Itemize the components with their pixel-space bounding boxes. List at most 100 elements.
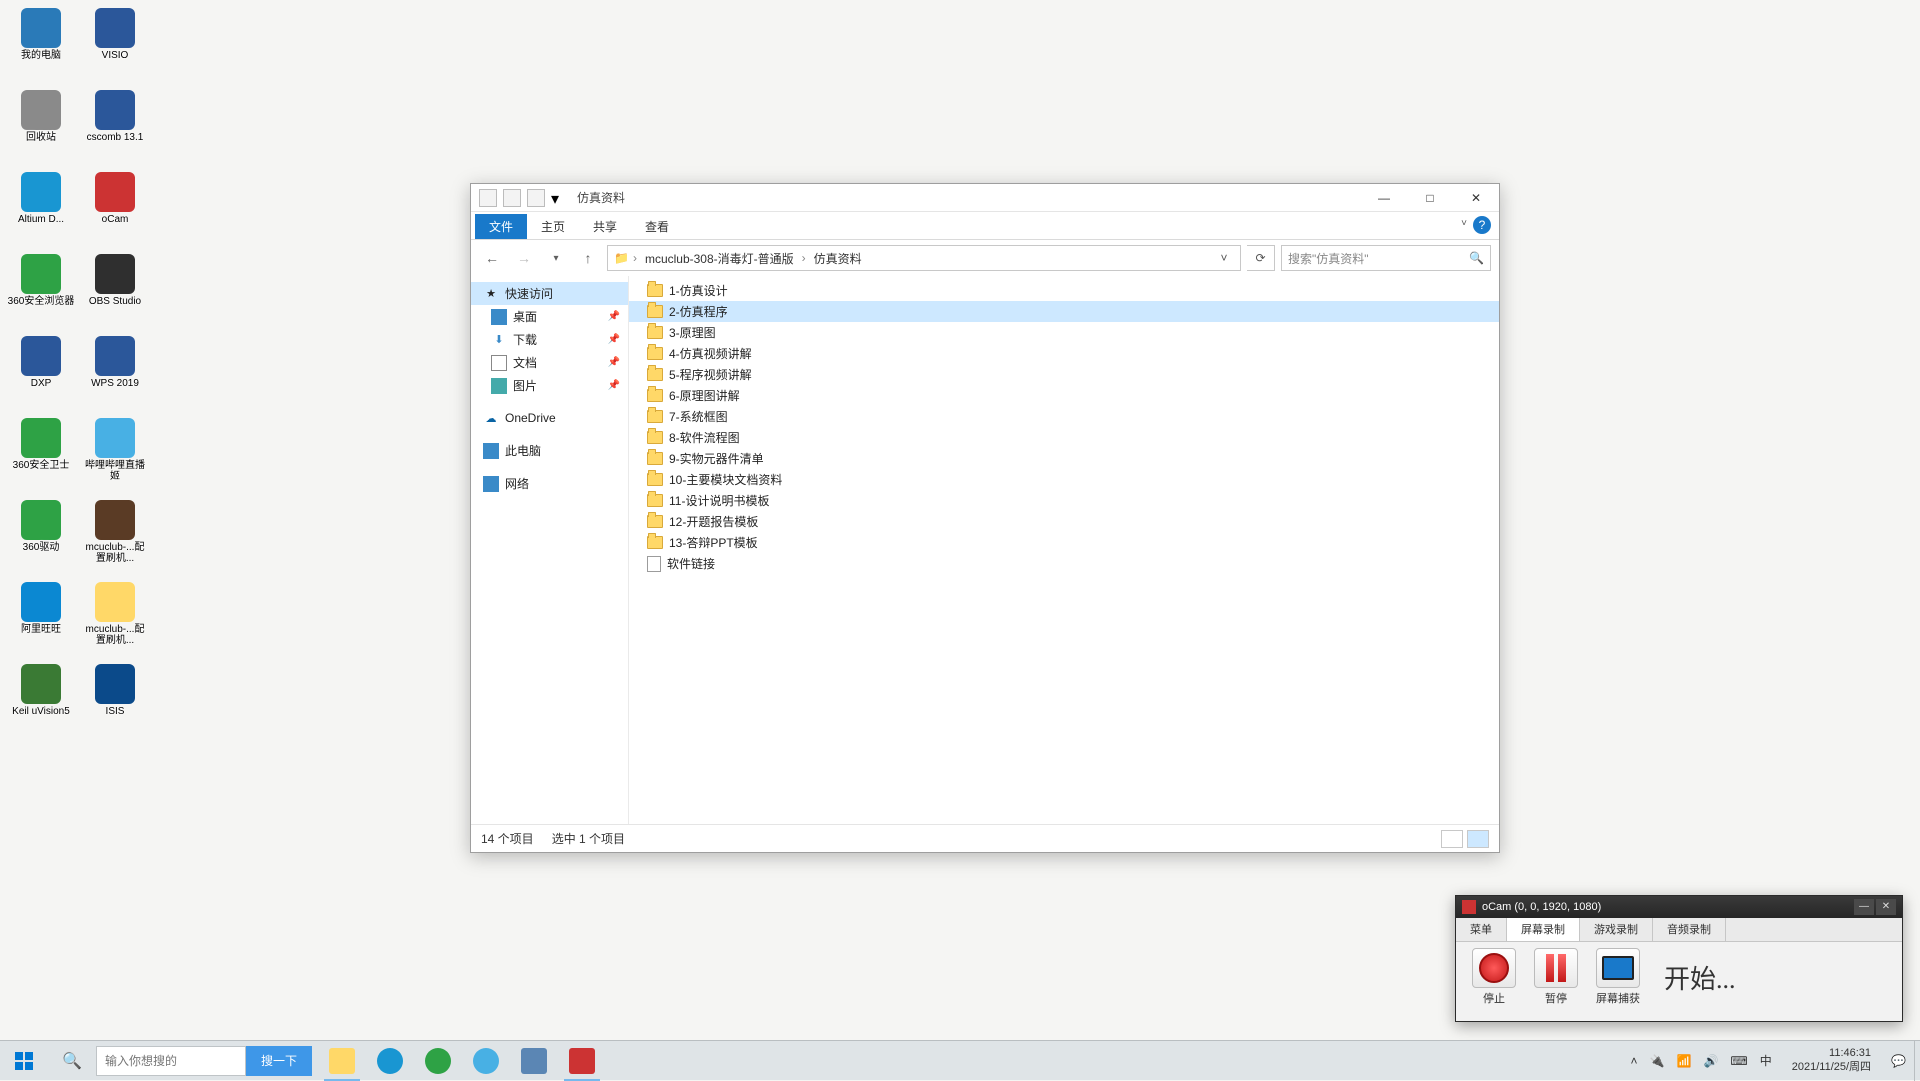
tab-view[interactable]: 查看: [631, 214, 683, 239]
nav-documents[interactable]: 文档📌: [471, 351, 628, 374]
breadcrumb[interactable]: mcuclub-308-消毒灯-普通版: [641, 248, 798, 269]
desktop-icon[interactable]: 360安全浏览器: [6, 254, 76, 330]
file-item[interactable]: 软件链接: [629, 553, 1499, 574]
forward-button[interactable]: →: [511, 245, 537, 271]
tab-file[interactable]: 文件: [475, 214, 527, 239]
notification-center-icon[interactable]: 💬: [1891, 1054, 1906, 1068]
maximize-button[interactable]: □: [1407, 184, 1453, 212]
taskbar-app[interactable]: [462, 1041, 510, 1081]
windows-logo-icon: [15, 1052, 33, 1070]
ocam-minimize-button[interactable]: —: [1854, 899, 1874, 915]
breadcrumb[interactable]: 仿真资料: [810, 248, 866, 269]
taskbar-clock[interactable]: 11:46:31 2021/11/25/周四: [1784, 1047, 1879, 1073]
folder-item[interactable]: 2-仿真程序: [629, 301, 1499, 322]
tray-ime-lang[interactable]: 中: [1760, 1052, 1772, 1069]
desktop-icon[interactable]: oCam: [80, 172, 150, 248]
folder-item[interactable]: 10-主要模块文档资料: [629, 469, 1499, 490]
folder-item[interactable]: 3-原理图: [629, 322, 1499, 343]
tray-ime-icon[interactable]: ⌨: [1730, 1054, 1747, 1068]
qat-icon[interactable]: [527, 189, 545, 207]
desktop-icon[interactable]: ISIS: [80, 664, 150, 740]
tab-home[interactable]: 主页: [527, 214, 579, 239]
folder-item[interactable]: 12-开题报告模板: [629, 511, 1499, 532]
desktop-icon[interactable]: VISIO: [80, 8, 150, 84]
desktop-icon[interactable]: 我的电脑: [6, 8, 76, 84]
desktop-icon[interactable]: mcuclub-...配置刷机...: [80, 500, 150, 576]
folder-item[interactable]: 5-程序视频讲解: [629, 364, 1499, 385]
app-icon: [21, 582, 61, 622]
start-button[interactable]: [0, 1041, 48, 1081]
star-icon: ★: [483, 286, 499, 302]
desktop-icon[interactable]: WPS 2019: [80, 336, 150, 412]
view-details-button[interactable]: [1441, 830, 1463, 848]
nav-network[interactable]: 网络: [471, 472, 628, 495]
up-button[interactable]: ↑: [575, 245, 601, 271]
ocam-close-button[interactable]: ✕: [1876, 899, 1896, 915]
taskbar-app[interactable]: [510, 1041, 558, 1081]
nav-pictures[interactable]: 图片📌: [471, 374, 628, 397]
ribbon-collapse-icon[interactable]: ˅: [1461, 218, 1467, 229]
tray-volume-icon[interactable]: 🔊: [1703, 1054, 1718, 1068]
folder-icon: [647, 305, 663, 318]
qat-icon[interactable]: [503, 189, 521, 207]
qat-icon[interactable]: [479, 189, 497, 207]
taskbar-app-explorer[interactable]: [318, 1041, 366, 1081]
folder-item[interactable]: 9-实物元器件清单: [629, 448, 1499, 469]
ocam-tab-menu[interactable]: 菜单: [1456, 918, 1507, 941]
tray-usb-icon[interactable]: 🔌: [1650, 1054, 1665, 1068]
folder-item[interactable]: 11-设计说明书模板: [629, 490, 1499, 511]
help-icon[interactable]: ?: [1473, 216, 1491, 234]
close-button[interactable]: ✕: [1453, 184, 1499, 212]
taskbar-app-ocam[interactable]: [558, 1041, 606, 1081]
desktop-icon[interactable]: DXP: [6, 336, 76, 412]
folder-item[interactable]: 13-答辩PPT模板: [629, 532, 1499, 553]
ocam-stop-button[interactable]: 停止: [1472, 948, 1516, 1006]
tray-network-icon[interactable]: 📶: [1677, 1054, 1692, 1068]
folder-item[interactable]: 7-系统框图: [629, 406, 1499, 427]
tab-share[interactable]: 共享: [579, 214, 631, 239]
desktop-icon[interactable]: Keil uVision5: [6, 664, 76, 740]
desktop-icon[interactable]: 回收站: [6, 90, 76, 166]
folder-item[interactable]: 6-原理图讲解: [629, 385, 1499, 406]
taskbar-search-submit[interactable]: 搜一下: [246, 1046, 312, 1076]
nav-desktop[interactable]: 桌面📌: [471, 305, 628, 328]
show-desktop-button[interactable]: [1914, 1041, 1920, 1081]
desktop-icon[interactable]: 360驱动: [6, 500, 76, 576]
nav-this-pc[interactable]: 此电脑: [471, 439, 628, 462]
refresh-button[interactable]: ⟳: [1247, 245, 1275, 271]
nav-quick-access[interactable]: ★快速访问: [471, 282, 628, 305]
minimize-button[interactable]: —: [1361, 184, 1407, 212]
nav-onedrive[interactable]: ☁OneDrive: [471, 407, 628, 429]
folder-item[interactable]: 8-软件流程图: [629, 427, 1499, 448]
file-list[interactable]: 1-仿真设计2-仿真程序 3-原理图 4-仿真视频讲解5-程序视频讲解6-原理图讲解…: [629, 276, 1499, 824]
desktop-icon[interactable]: OBS Studio: [80, 254, 150, 330]
search-button[interactable]: 🔍: [48, 1041, 96, 1081]
search-input[interactable]: 搜索"仿真资料" 🔍: [1281, 245, 1491, 271]
ocam-pause-button[interactable]: 暂停: [1534, 948, 1578, 1006]
back-button[interactable]: ←: [479, 245, 505, 271]
qat-dropdown-icon[interactable]: ▾: [551, 189, 561, 207]
ocam-tab-audio[interactable]: 音频录制: [1653, 918, 1726, 941]
tray-overflow-icon[interactable]: ˄: [1631, 1054, 1638, 1068]
folder-item[interactable]: 4-仿真视频讲解: [629, 343, 1499, 364]
taskbar-search-input[interactable]: 输入你想搜的: [96, 1046, 246, 1076]
desktop-icon[interactable]: 哔哩哔哩直播姬: [80, 418, 150, 494]
taskbar-app-360[interactable]: [414, 1041, 462, 1081]
desktop-icon[interactable]: cscomb 13.1: [80, 90, 150, 166]
ocam-tab-game[interactable]: 游戏录制: [1580, 918, 1653, 941]
view-icons-button[interactable]: [1467, 830, 1489, 848]
folder-label: 3-原理图: [669, 324, 716, 341]
recent-dropdown-icon[interactable]: ▾: [543, 245, 569, 271]
ocam-controls: 停止 暂停 屏幕捕获 开始...: [1456, 942, 1902, 1012]
folder-item[interactable]: 1-仿真设计: [629, 280, 1499, 301]
ocam-capture-button[interactable]: 屏幕捕获: [1596, 948, 1640, 1006]
taskbar-app-edge[interactable]: [366, 1041, 414, 1081]
address-bar[interactable]: 📁 › mcuclub-308-消毒灯-普通版 › 仿真资料 ˅: [607, 245, 1241, 271]
desktop-icon[interactable]: 360安全卫士: [6, 418, 76, 494]
desktop-icon[interactable]: Altium D...: [6, 172, 76, 248]
desktop-icon[interactable]: mcuclub-...配置刷机...: [80, 582, 150, 658]
desktop-icon[interactable]: 阿里旺旺: [6, 582, 76, 658]
address-dropdown-icon[interactable]: ˅: [1214, 251, 1234, 265]
ocam-tab-screen[interactable]: 屏幕录制: [1507, 918, 1580, 941]
nav-downloads[interactable]: ⬇下载📌: [471, 328, 628, 351]
